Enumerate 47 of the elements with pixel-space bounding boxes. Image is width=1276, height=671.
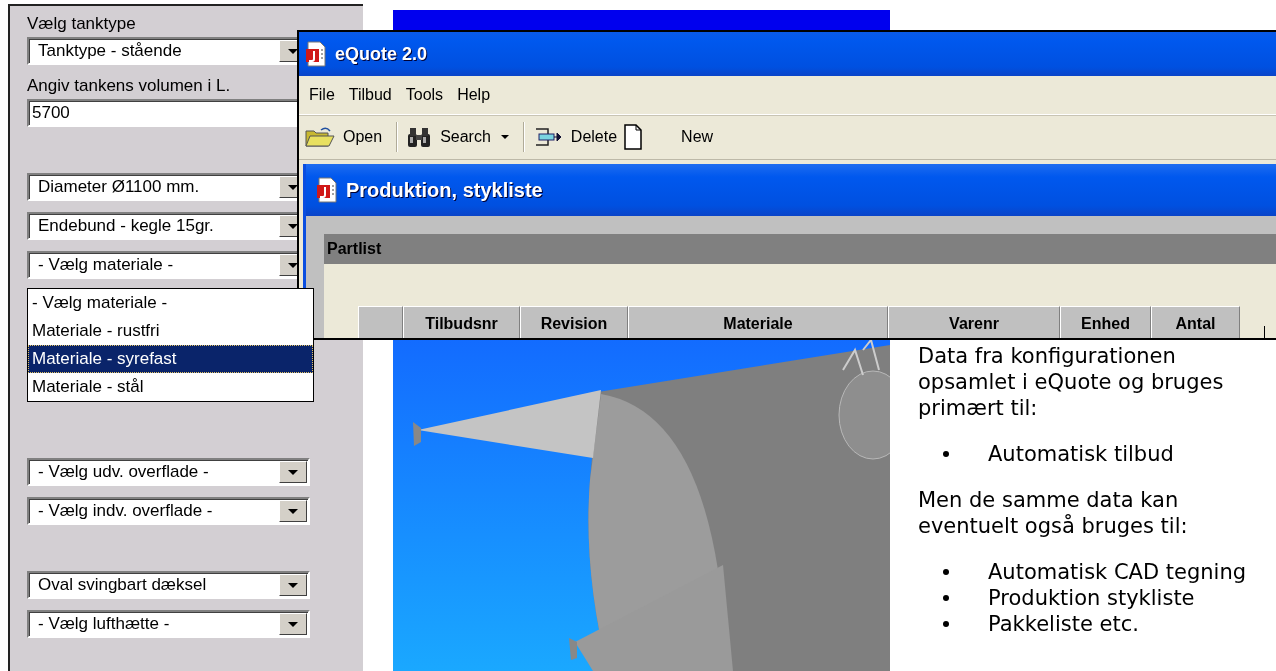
window-title: eQuote 2.0 (335, 43, 428, 65)
bullet-icon (943, 451, 949, 457)
column-header[interactable]: Materiale (628, 306, 888, 338)
toolbar-button[interactable]: New (623, 120, 720, 154)
document-icon (623, 124, 644, 150)
menu-item[interactable]: Tools (403, 84, 452, 106)
panel-title: Partlist (324, 234, 1276, 264)
dropdown-arrow-button[interactable] (279, 461, 307, 483)
menu-item[interactable]: Tilbud (346, 84, 400, 106)
field-label: Vælg tanktype (27, 14, 136, 34)
binoculars-icon (406, 126, 433, 148)
column-header[interactable]: Varenr (888, 306, 1060, 338)
menu-item[interactable]: File (307, 84, 343, 106)
note-text: Men de samme data kan eventuelt også bruges til: (918, 487, 1189, 539)
bullet-icon (943, 595, 949, 601)
list-item-text: Produktion stykliste (988, 585, 1195, 611)
menu-item[interactable]: Help (455, 84, 499, 106)
column-header[interactable]: Revision (520, 306, 628, 338)
dropdown-arrow-button[interactable] (279, 574, 307, 596)
app-icon (316, 177, 338, 203)
toolbar-button[interactable]: Delete (532, 122, 624, 152)
dropdown-field[interactable]: - Vælg udv. overflade - (27, 458, 310, 486)
dropdown-field[interactable]: - Vælg lufthætte - (27, 610, 310, 638)
column-header[interactable]: Antal (1151, 306, 1240, 338)
dropdown-option[interactable]: - Vælg materiale - (28, 289, 313, 317)
toolbar-button[interactable]: Search (406, 122, 515, 152)
dropdown-arrow-button[interactable] (279, 613, 307, 635)
folder-icon (305, 126, 335, 148)
dropdown-field[interactable]: - Vælg indv. overflade - (27, 497, 310, 525)
app-icon (305, 41, 327, 67)
bullet-icon (943, 569, 949, 575)
child-window-title: Produktion, stykliste (346, 178, 543, 202)
list-item-text: Automatisk tilbud (988, 441, 1174, 467)
list-item-text: Automatisk CAD tegning (988, 559, 1247, 585)
bullet-icon (943, 621, 949, 627)
dropdown-arrow-button[interactable] (279, 500, 307, 522)
dropdown-option[interactable]: Materiale - stål (28, 373, 313, 401)
list-item-text: Pakkeliste etc. (988, 611, 1139, 637)
intro-text: Data fra konfigurationen opsamlet i eQuote og bruges primært til: (918, 343, 1225, 421)
column-header[interactable]: Tilbudsnr (403, 306, 520, 338)
field-label: Angiv tankens volumen i L. (27, 76, 231, 96)
dropdown-field[interactable]: Oval svingbart dæksel (27, 571, 310, 599)
dropdown-option[interactable]: Materiale - rustfri (28, 317, 313, 345)
row-header-cell (358, 306, 403, 338)
column-header[interactable]: Enhed (1060, 306, 1151, 338)
dropdown-option[interactable]: Materiale - syrefast (28, 345, 313, 373)
caret-icon (500, 135, 509, 139)
